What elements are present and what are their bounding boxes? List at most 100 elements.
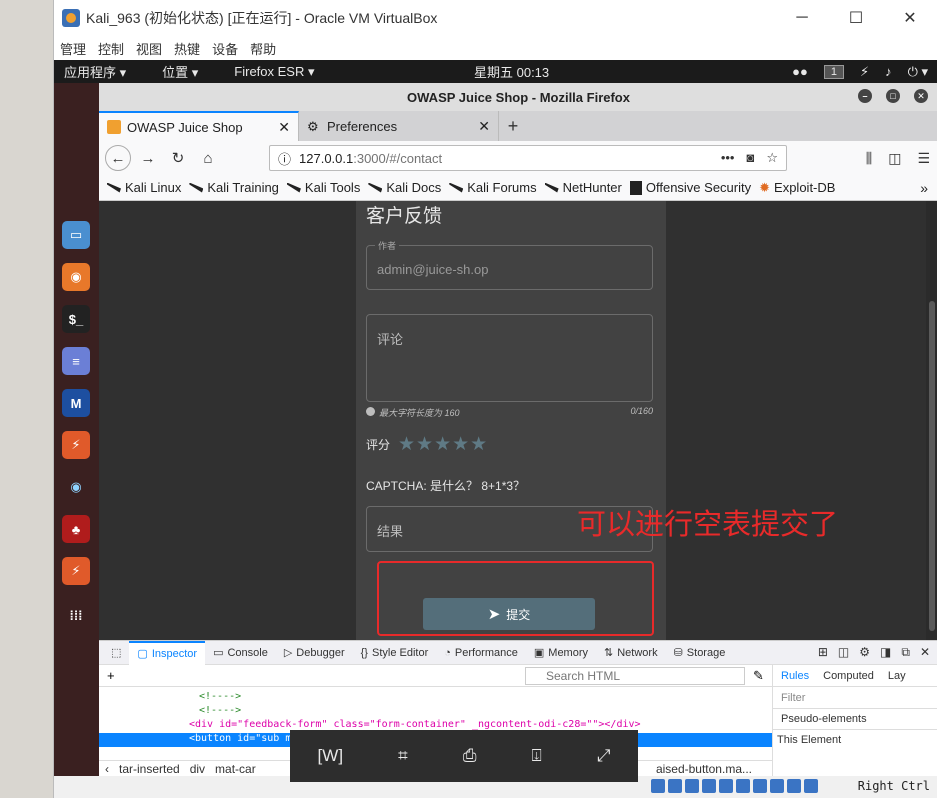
usb-status-icon[interactable] xyxy=(685,779,699,793)
volume-icon[interactable]: ♪ xyxy=(885,64,892,79)
workspace-indicator[interactable]: 1 xyxy=(823,64,844,79)
minimize-button[interactable]: ─ xyxy=(775,0,829,36)
comment-field[interactable]: 评论 xyxy=(366,314,653,402)
users-icon[interactable]: ●● xyxy=(792,64,808,79)
clock[interactable]: 星期五 00:13 xyxy=(474,62,549,81)
markup-line[interactable]: <!----> xyxy=(99,691,772,705)
bookmark-nethunter[interactable]: NetHunter xyxy=(544,180,622,195)
burpsuite-icon[interactable]: ⚡ xyxy=(62,431,90,459)
firefox-app-menu[interactable]: Firefox ESR ▾ xyxy=(234,64,314,80)
tab-close-icon[interactable]: ✕ xyxy=(278,119,290,136)
burpsuite-alt-icon[interactable]: ⚡ xyxy=(62,557,90,585)
devtools-close-icon[interactable]: ✕ xyxy=(920,645,930,660)
sidebar-icon[interactable]: ◫ xyxy=(888,150,901,167)
bookmark-kali-linux[interactable]: Kali Linux xyxy=(107,180,181,195)
expand-icon[interactable]: ⤢ xyxy=(597,746,611,766)
tab-rules[interactable]: Rules xyxy=(781,670,809,682)
filter-styles-input[interactable]: Filter xyxy=(781,692,805,704)
maximize-button[interactable]: ☐ xyxy=(829,0,883,36)
menu-view[interactable]: 视图 xyxy=(136,39,162,58)
dock-icon[interactable]: ◨ xyxy=(880,645,891,660)
settings-icon[interactable]: ⚙ xyxy=(859,645,870,660)
network-icon[interactable]: ⚡ xyxy=(860,64,869,80)
menu-control[interactable]: 控制 xyxy=(98,39,124,58)
hdd-status-icon[interactable] xyxy=(651,779,665,793)
menu-help[interactable]: 帮助 xyxy=(250,39,276,58)
element-picker-icon[interactable]: ⬚ xyxy=(103,641,129,665)
tab-computed[interactable]: Computed xyxy=(823,670,874,682)
cpu-status-icon[interactable] xyxy=(770,779,784,793)
save-file-icon[interactable]: ⍗ xyxy=(532,746,542,766)
tab-juice-shop[interactable]: OWASP Juice Shop ✕ xyxy=(99,111,299,141)
eye-icon[interactable]: ◉ xyxy=(62,473,90,501)
eyedropper-icon[interactable]: ✎ xyxy=(753,668,764,684)
text-recognition-icon[interactable]: [W] xyxy=(318,746,344,766)
scroll-thumb[interactable] xyxy=(929,301,935,631)
tab-memory[interactable]: ▣ Memory xyxy=(526,641,596,665)
url-bar[interactable]: ⓘ 127.0.0.1:3000/#/contact ••• ◙ ☆ xyxy=(269,145,787,171)
firefox-icon[interactable]: ◉ xyxy=(62,263,90,291)
breadcrumb-item[interactable]: tar-inserted xyxy=(119,762,180,776)
home-button[interactable]: ⌂ xyxy=(195,145,221,171)
bookmark-kali-docs[interactable]: Kali Docs xyxy=(368,180,441,195)
bookmark-exploit-db[interactable]: ✹ Exploit-DB xyxy=(759,180,835,196)
markup-line[interactable]: <!----> xyxy=(99,705,772,719)
tab-close-icon[interactable]: ✕ xyxy=(478,118,490,135)
add-node-icon[interactable]: + xyxy=(107,668,115,683)
forward-button[interactable]: → xyxy=(135,145,161,171)
applications-menu[interactable]: 应用程序 ▾ xyxy=(64,62,126,81)
tab-preferences[interactable]: ⚙ Preferences ✕ xyxy=(299,111,499,141)
crop-icon[interactable]: ⌗ xyxy=(398,746,408,766)
tab-layout[interactable]: Lay xyxy=(888,670,906,682)
print-icon[interactable]: ⎙ xyxy=(463,746,477,766)
rating-stars[interactable]: ★★★★★ xyxy=(398,433,488,456)
ff-maximize-icon[interactable]: □ xyxy=(886,89,900,103)
text-editor-icon[interactable]: ≡ xyxy=(62,347,90,375)
breadcrumb-item[interactable]: mat-car xyxy=(215,762,256,776)
library-icon[interactable]: ⫼ xyxy=(866,150,872,167)
new-tab-button[interactable]: + xyxy=(499,116,527,141)
tab-style-editor[interactable]: {} Style Editor xyxy=(353,641,437,665)
responsive-icon[interactable]: ⊞ xyxy=(818,645,828,660)
ff-close-icon[interactable]: ✕ xyxy=(914,89,928,103)
reload-button[interactable]: ↻ xyxy=(165,145,191,171)
screenshot-icon[interactable]: ◫ xyxy=(838,645,849,660)
display-status-icon[interactable] xyxy=(736,779,750,793)
bookmark-star-icon[interactable]: ☆ xyxy=(766,150,778,166)
menu-manage[interactable]: 管理 xyxy=(60,39,86,58)
site-info-icon[interactable]: ⓘ xyxy=(278,149,291,168)
pseudo-elements-section[interactable]: Pseudo-elements xyxy=(773,709,937,729)
tab-performance[interactable]: ◔ Performance xyxy=(436,641,526,665)
tab-debugger[interactable]: ▷ Debugger xyxy=(276,641,353,665)
places-menu[interactable]: 位置 ▾ xyxy=(162,62,198,81)
bookmark-kali-tools[interactable]: Kali Tools xyxy=(286,180,360,195)
show-apps-icon[interactable]: ⁞⁞⁞ xyxy=(62,601,90,629)
pocket-icon[interactable]: ◙ xyxy=(746,150,754,166)
files-icon[interactable]: ▭ xyxy=(62,221,90,249)
search-html-input[interactable]: Search HTML xyxy=(525,667,745,685)
breadcrumb-item[interactable]: div xyxy=(190,762,205,776)
bookmark-kali-training[interactable]: Kali Training xyxy=(189,180,279,195)
tab-inspector[interactable]: ▢ Inspector xyxy=(129,640,206,665)
terminal-icon[interactable]: $_ xyxy=(62,305,90,333)
keyboard-status-icon[interactable] xyxy=(804,779,818,793)
tab-storage[interactable]: ⛁ Storage xyxy=(666,641,734,665)
bookmarks-overflow-icon[interactable]: » xyxy=(920,180,928,196)
tab-network[interactable]: ⇅ Network xyxy=(596,641,666,665)
mouse-integration-icon[interactable] xyxy=(787,779,801,793)
ff-minimize-icon[interactable]: – xyxy=(858,89,872,103)
recording-icon[interactable] xyxy=(753,779,767,793)
bookmark-offensive-security[interactable]: Offensive Security xyxy=(629,180,751,195)
tab-console[interactable]: ▭ Console xyxy=(205,641,276,665)
bookmark-kali-forums[interactable]: Kali Forums xyxy=(449,180,537,195)
menu-hotkeys[interactable]: 热键 xyxy=(174,39,200,58)
network-status-icon[interactable] xyxy=(702,779,716,793)
metasploit-icon[interactable]: M xyxy=(62,389,90,417)
page-scrollbar[interactable] xyxy=(926,201,937,640)
shared-folder-icon[interactable] xyxy=(719,779,733,793)
cherrytree-icon[interactable]: ♣ xyxy=(62,515,90,543)
optical-status-icon[interactable] xyxy=(668,779,682,793)
breadcrumb-back-icon[interactable]: ‹ xyxy=(105,762,109,776)
hamburger-menu-icon[interactable]: ☰ xyxy=(917,150,930,167)
menu-devices[interactable]: 设备 xyxy=(212,39,238,58)
